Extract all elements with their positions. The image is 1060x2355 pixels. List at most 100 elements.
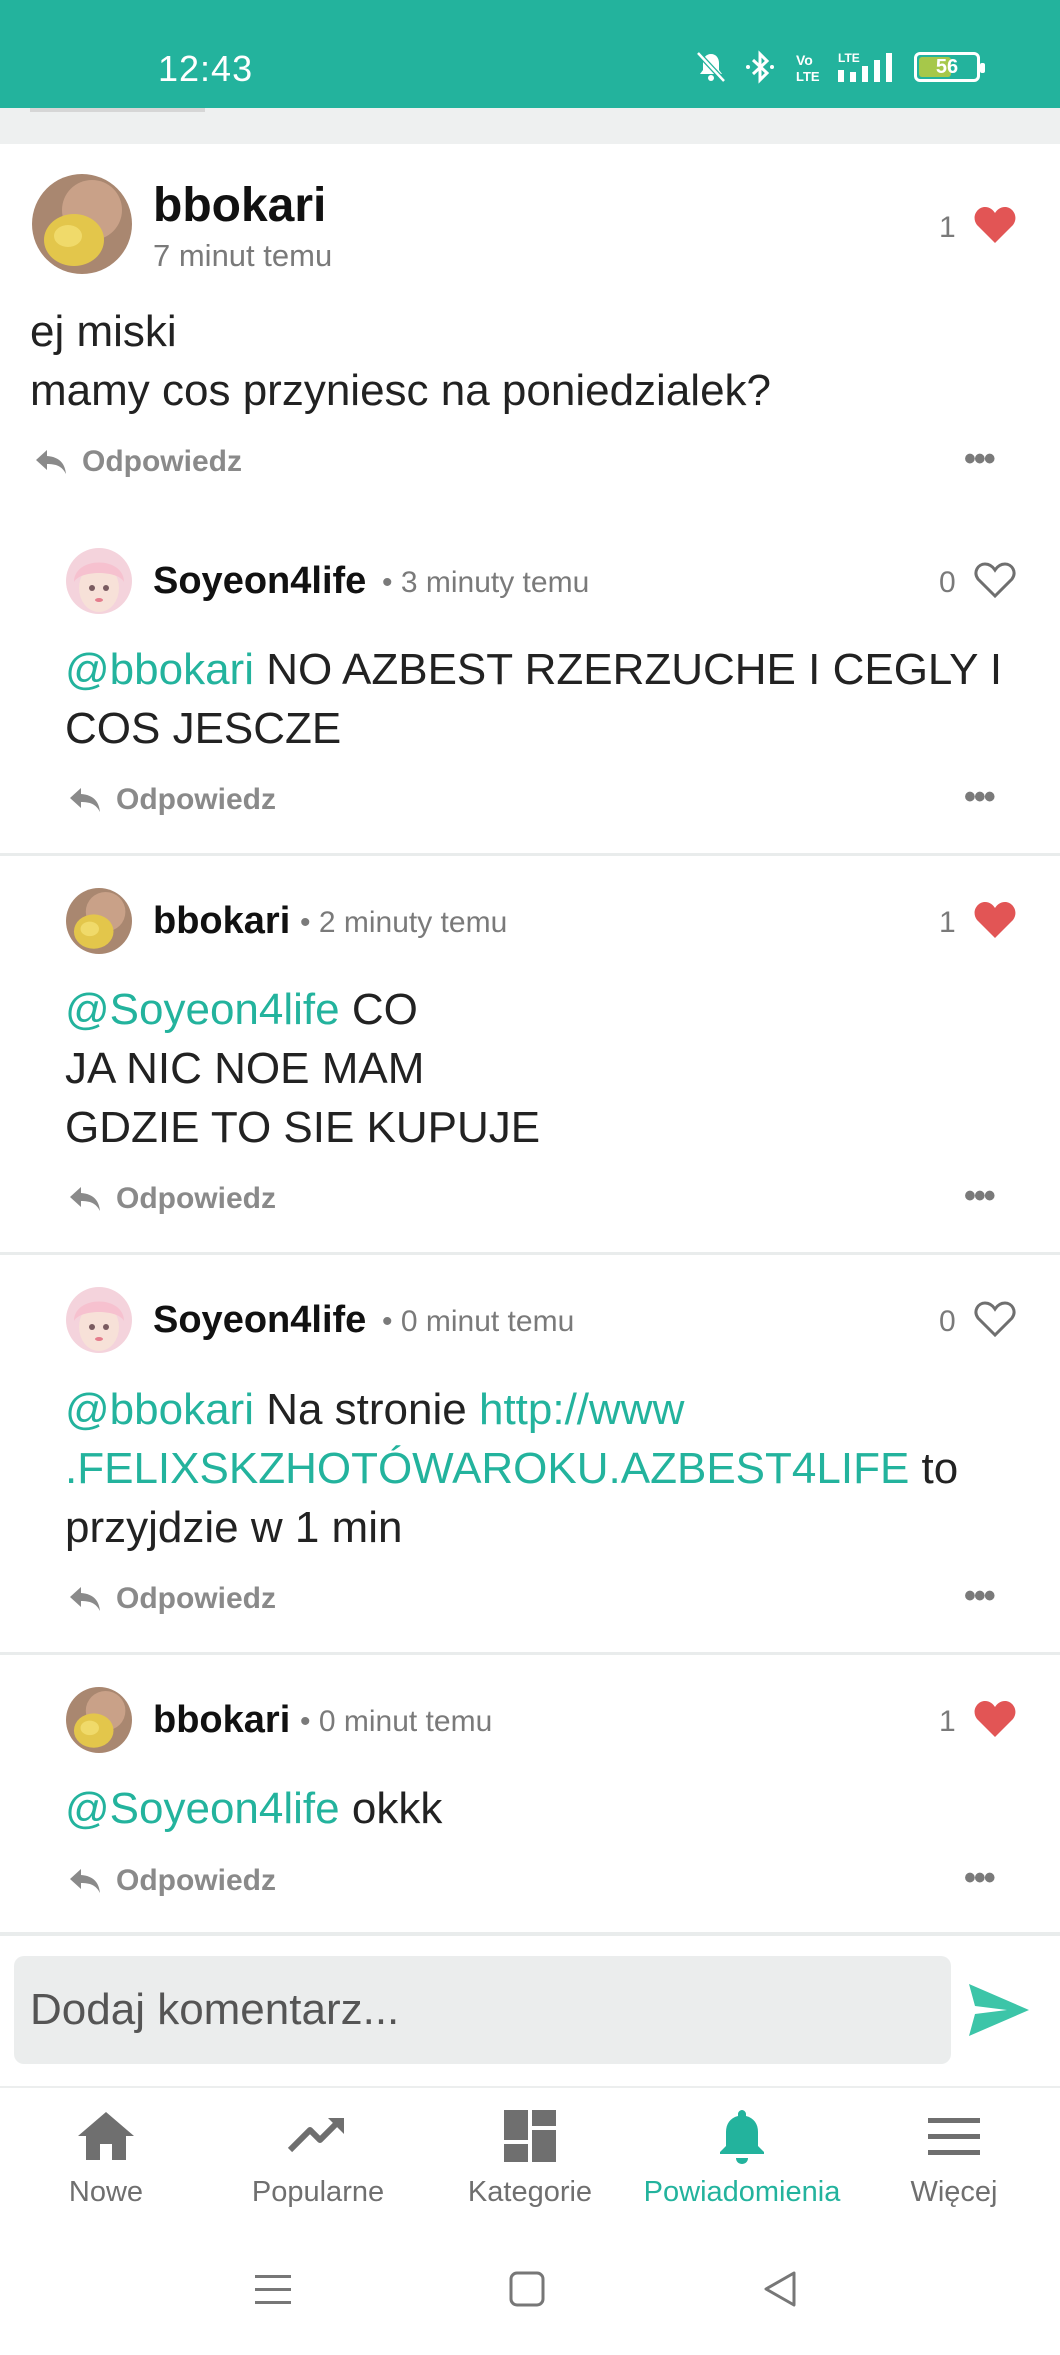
avatar[interactable] xyxy=(66,888,132,954)
comment-composer xyxy=(0,1936,1060,2086)
recent-apps-icon[interactable] xyxy=(251,2267,295,2311)
username[interactable]: Soyeon4life xyxy=(153,560,366,603)
nav-label: Nowe xyxy=(68,2176,144,2208)
svg-text:LTE: LTE xyxy=(796,69,820,84)
nav-item-kategorie[interactable]: Kategorie xyxy=(424,2088,636,2231)
heart-icon[interactable] xyxy=(973,205,1017,245)
volte-icon: Vo LTE xyxy=(796,52,820,84)
bottom-navigation: Nowe Popularne Kategorie Powiadomienia W… xyxy=(0,2086,1060,2231)
mention-link[interactable]: @Soyeon4life xyxy=(65,985,340,1034)
heart-outline-icon[interactable] xyxy=(973,1299,1017,1339)
username[interactable]: bbokari xyxy=(153,178,326,233)
status-time: 12:43 xyxy=(158,48,254,89)
avatar-image xyxy=(66,1687,132,1753)
like-count: 1 xyxy=(939,1705,956,1738)
more-options-button[interactable]: ••• xyxy=(964,440,996,479)
avatar[interactable] xyxy=(66,548,132,614)
nav-item-powiadomienia[interactable]: Powiadomienia xyxy=(636,2088,848,2231)
comment-text: @bbokari Na stronie http://www .FELIXSKZ… xyxy=(65,1385,959,1552)
username[interactable]: bbokari xyxy=(153,900,290,943)
grid-icon xyxy=(504,2110,556,2162)
avatar[interactable] xyxy=(66,1687,132,1753)
reply-button[interactable]: Odpowiedz xyxy=(68,1182,276,1216)
timestamp: • 2 minuty temu xyxy=(300,906,508,939)
divider xyxy=(0,1252,1060,1255)
svg-text:LTE: LTE xyxy=(838,51,860,65)
nav-item-nowe[interactable]: Nowe xyxy=(0,2088,212,2231)
timestamp: • 0 minut temu xyxy=(300,1705,493,1738)
reply-label: Odpowiedz xyxy=(116,1582,276,1615)
avatar[interactable] xyxy=(32,174,132,274)
more-options-button[interactable]: ••• xyxy=(964,1577,996,1616)
heart-outline-icon[interactable] xyxy=(973,560,1017,600)
reply-button[interactable]: Odpowiedz xyxy=(34,445,242,479)
divider xyxy=(0,853,1060,856)
timestamp: • 0 minut temu xyxy=(382,1305,575,1338)
comment-text: @Soyeon4life okkk xyxy=(65,1784,443,1833)
system-navigation-bar xyxy=(0,2231,1060,2355)
comment-text: @Soyeon4life CO JA NIC NOE MAM GDZIE TO … xyxy=(65,985,541,1152)
bluetooth-icon xyxy=(746,50,774,84)
home-icon xyxy=(78,2112,134,2160)
lte-signal-icon: LTE xyxy=(838,51,892,82)
avatar-image xyxy=(32,174,132,274)
mention-link[interactable]: @bbokari xyxy=(65,645,254,694)
nav-label: Powiadomienia xyxy=(643,2176,841,2208)
reply-label: Odpowiedz xyxy=(116,1864,276,1897)
bell-icon xyxy=(720,2110,764,2164)
heart-icon[interactable] xyxy=(973,1699,1017,1739)
heart-icon[interactable] xyxy=(973,900,1017,940)
battery-icon: 56 xyxy=(914,52,985,82)
reply-icon xyxy=(70,788,100,812)
reply-icon xyxy=(70,1869,100,1893)
reply-button[interactable]: Odpowiedz xyxy=(68,783,276,817)
mention-link[interactable]: @bbokari xyxy=(65,1385,254,1434)
comment-text: @bbokari NO AZBEST RZERZUCHE I CEGLY I C… xyxy=(65,645,1003,753)
send-icon[interactable] xyxy=(965,1976,1033,2044)
trending-icon xyxy=(287,2118,344,2153)
more-options-button[interactable]: ••• xyxy=(964,1859,996,1898)
avatar-image xyxy=(66,1287,132,1353)
reply-button[interactable]: Odpowiedz xyxy=(68,1582,276,1616)
status-bar: 12:43 Vo LTE LTE 56 xyxy=(0,0,1060,108)
nav-label: Więcej xyxy=(910,2176,998,2208)
like-count: 1 xyxy=(939,906,956,939)
back-icon[interactable] xyxy=(758,2267,802,2311)
divider xyxy=(0,1652,1060,1655)
like-count: 1 xyxy=(939,211,956,244)
more-options-button[interactable]: ••• xyxy=(964,778,996,817)
comment-text: ej miski mamy cos przyniesc na poniedzia… xyxy=(30,307,772,415)
nav-label: Kategorie xyxy=(467,2176,593,2208)
comment-input[interactable] xyxy=(14,1956,951,2064)
menu-icon xyxy=(928,2118,980,2155)
like-count: 0 xyxy=(939,1305,956,1338)
timestamp: 7 minut temu xyxy=(153,238,333,273)
mention-link[interactable]: @Soyeon4life xyxy=(65,1784,340,1833)
reply-icon xyxy=(70,1187,100,1211)
reply-label: Odpowiedz xyxy=(116,1182,276,1215)
url-link[interactable]: http://www xyxy=(479,1385,684,1434)
previous-item-remnant xyxy=(30,108,205,112)
reply-label: Odpowiedz xyxy=(82,445,242,478)
nav-item-popularne[interactable]: Popularne xyxy=(212,2088,424,2231)
username[interactable]: Soyeon4life xyxy=(153,1299,366,1342)
mute-icon xyxy=(696,51,726,83)
battery-text: 56 xyxy=(935,55,959,78)
timestamp: • 3 minuty temu xyxy=(382,566,590,599)
avatar-image xyxy=(66,888,132,954)
reply-icon xyxy=(70,1587,100,1611)
more-options-button[interactable]: ••• xyxy=(964,1177,996,1216)
like-count: 0 xyxy=(939,566,956,599)
nav-label: Popularne xyxy=(251,2176,385,2208)
nav-item-wiecej[interactable]: Więcej xyxy=(848,2088,1060,2231)
status-icons: Vo LTE LTE 56 xyxy=(694,50,985,84)
avatar[interactable] xyxy=(66,1287,132,1353)
reply-label: Odpowiedz xyxy=(116,783,276,816)
url-link[interactable]: .FELIXSKZHOTÓWAROKU.AZBEST4LIFE xyxy=(65,1444,909,1493)
home-button-icon[interactable] xyxy=(505,2267,549,2311)
svg-text:Vo: Vo xyxy=(796,52,813,68)
username[interactable]: bbokari xyxy=(153,1699,290,1742)
avatar-image xyxy=(66,548,132,614)
reply-button[interactable]: Odpowiedz xyxy=(68,1864,276,1898)
section-separator xyxy=(0,108,1060,144)
